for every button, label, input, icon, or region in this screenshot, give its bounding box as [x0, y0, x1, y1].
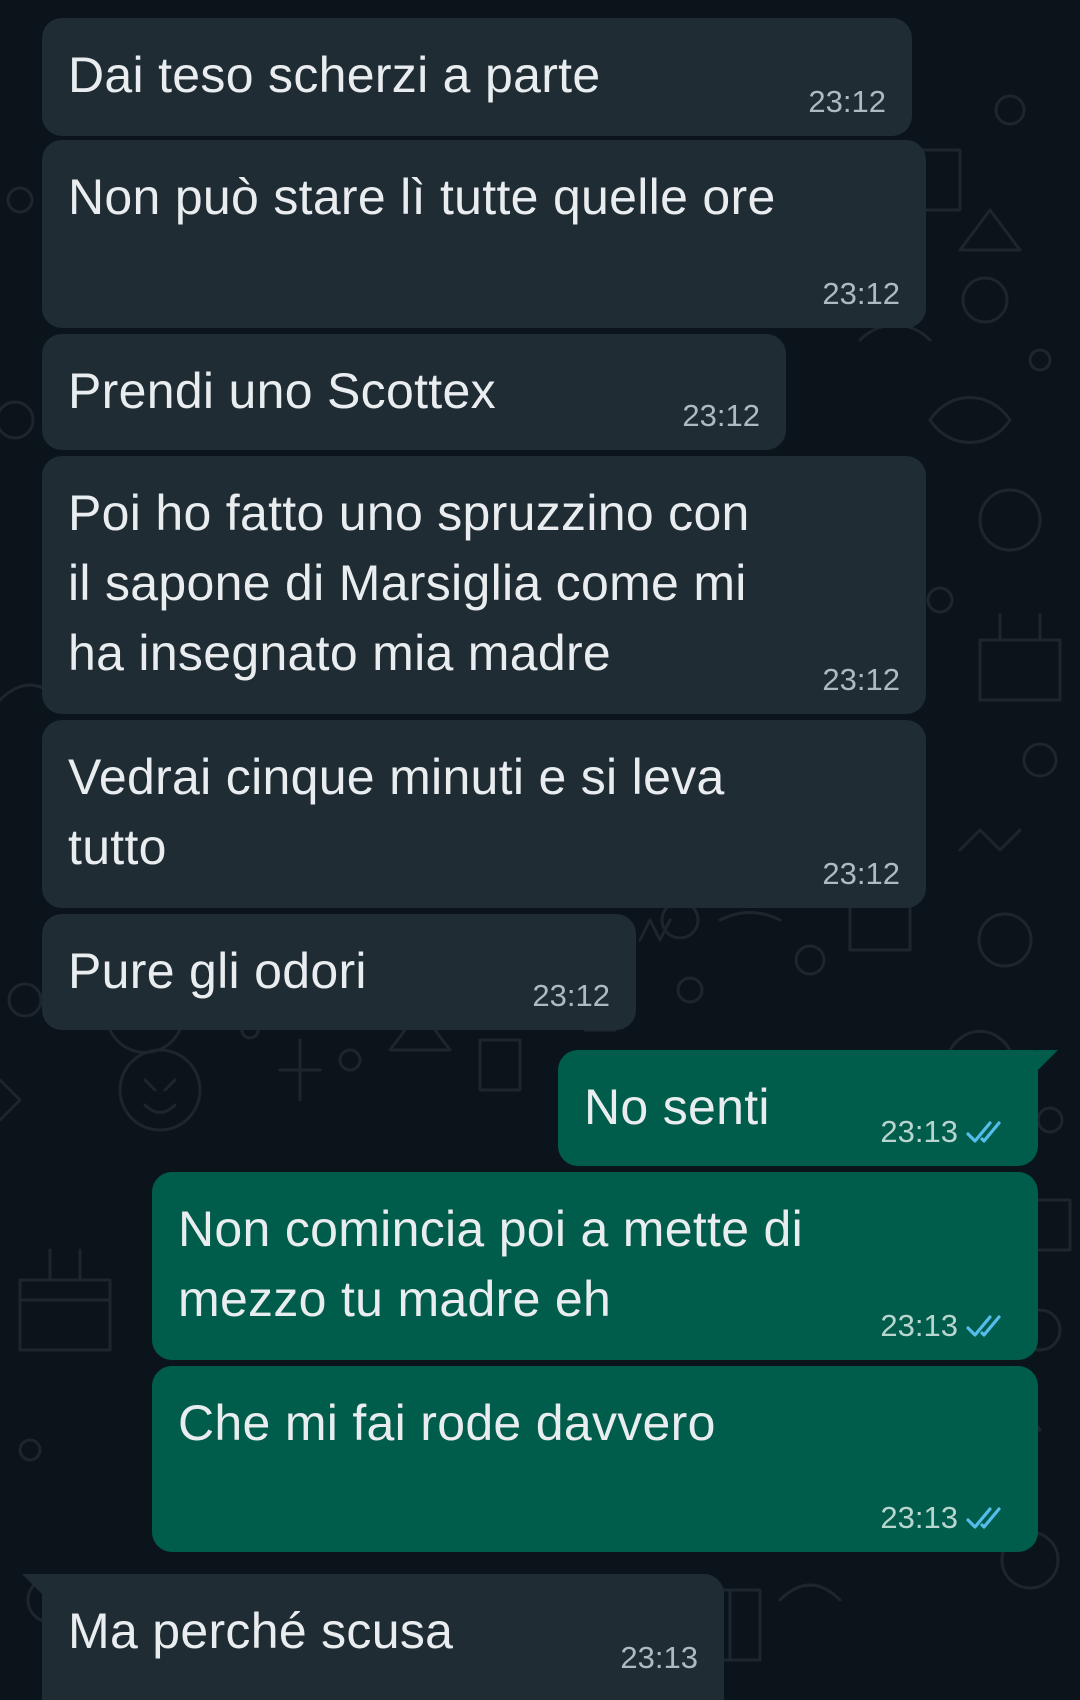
message-time: 23:12: [808, 84, 886, 119]
message-text: Pure gli odori: [68, 943, 367, 999]
message-time: 23:13: [880, 1114, 958, 1149]
message-bubble-6[interactable]: Pure gli odori 23:12: [42, 914, 636, 1030]
message-meta: 23:13: [620, 1640, 698, 1676]
message-meta: 23:12: [532, 978, 610, 1014]
double-check-icon: [966, 1121, 1001, 1143]
double-check-icon: [966, 1315, 1001, 1337]
message-meta: 23:13: [880, 1308, 1012, 1344]
message-text: Ma perché scusa: [68, 1603, 454, 1659]
message-meta: 23:13: [880, 1114, 1012, 1150]
message-bubble-9[interactable]: Che mi fai rode davvero 23:13: [152, 1366, 1038, 1552]
message-meta: 23:12: [822, 276, 900, 312]
message-meta: 23:12: [822, 662, 900, 698]
message-text: Non comincia poi a mette di mezzo tu mad…: [178, 1201, 804, 1327]
message-bubble-3[interactable]: Prendi uno Scottex 23:12: [42, 334, 786, 450]
message-meta: 23:12: [808, 84, 886, 120]
message-text: Dai teso scherzi a parte: [68, 47, 601, 103]
message-time: 23:12: [822, 856, 900, 891]
message-meta: 23:13: [880, 1500, 1012, 1536]
message-text: Che mi fai rode davvero: [178, 1395, 716, 1451]
message-bubble-2[interactable]: Non può stare lì tutte quelle ore 23:12: [42, 140, 926, 328]
message-meta: 23:12: [682, 398, 760, 434]
message-bubble-4[interactable]: Poi ho fatto uno spruzzino con il sapone…: [42, 456, 926, 714]
message-bubble-7[interactable]: No senti 23:13: [558, 1050, 1058, 1166]
message-time: 23:12: [822, 276, 900, 311]
message-time: 23:12: [532, 978, 610, 1013]
bubble-tail: [22, 1574, 44, 1596]
message-text: No senti: [584, 1079, 770, 1135]
double-check-icon: [966, 1507, 1001, 1529]
message-time: 23:12: [682, 398, 760, 433]
message-time: 23:13: [880, 1500, 958, 1535]
message-bubble-10[interactable]: Ma perché scusa 23:13: [22, 1574, 724, 1700]
message-meta: 23:12: [822, 856, 900, 892]
message-text: Non può stare lì tutte quelle ore: [68, 169, 776, 225]
message-text: Prendi uno Scottex: [68, 363, 496, 419]
message-bubble-8[interactable]: Non comincia poi a mette di mezzo tu mad…: [152, 1172, 1038, 1360]
message-time: 23:12: [822, 662, 900, 697]
bubble-tail: [1036, 1050, 1058, 1072]
message-text: Poi ho fatto uno spruzzino con il sapone…: [68, 485, 750, 681]
message-text: Vedrai cinque minuti e si leva tutto: [68, 749, 725, 875]
message-bubble-1[interactable]: Dai teso scherzi a parte 23:12: [42, 18, 912, 136]
message-bubble-5[interactable]: Vedrai cinque minuti e si leva tutto 23:…: [42, 720, 926, 908]
message-time: 23:13: [880, 1308, 958, 1343]
message-time: 23:13: [620, 1640, 698, 1675]
